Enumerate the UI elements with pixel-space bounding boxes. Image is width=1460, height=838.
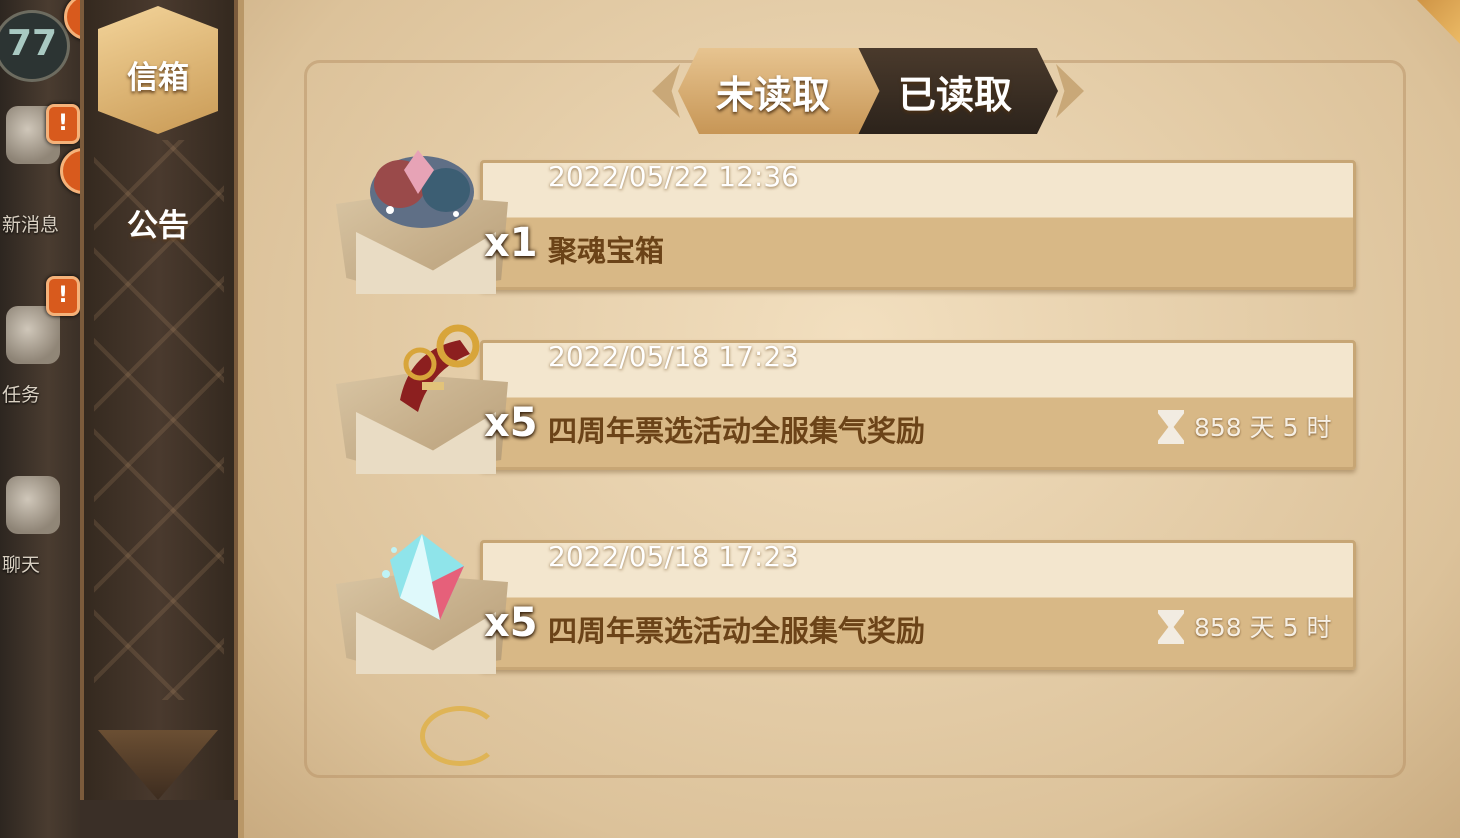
tab-notice-label: 公告 [127, 208, 189, 244]
expiry-timer-text: 858 天 5 时 [1194, 613, 1332, 642]
chat-bubble-icon [6, 476, 60, 534]
arrow-left-ornament [652, 64, 680, 118]
tab-mailbox[interactable]: 信箱 [98, 6, 218, 134]
mail-title: 聚魂宝箱 [548, 234, 665, 268]
tab-notice[interactable]: 公告 [98, 190, 218, 260]
tab-mailbox-label: 信箱 [127, 60, 189, 96]
corner-ornament [1417, 0, 1460, 50]
mail-date: 2022/05/18 17:23 [548, 340, 799, 373]
alert-icon: ! [46, 104, 80, 144]
mail-title: 四周年票选活动全服集气奖励 [548, 414, 926, 448]
item-quantity: x1 [484, 220, 538, 266]
partial-item-icon [420, 706, 500, 766]
mail-date: 2022/05/22 12:36 [548, 160, 799, 193]
mail-category-sidebar: 信箱 公告 [80, 0, 238, 800]
tab-read-label: 已读取 [898, 73, 1013, 117]
mail-item[interactable]: x5 2022/05/18 17:23 四周年票选活动全服集气奖励 858 天 … [330, 520, 1360, 680]
ticket-scroll-icon [400, 324, 480, 412]
read-state-toggle: 未读取 已读取 [652, 48, 1084, 134]
arrow-right-ornament [1056, 64, 1084, 118]
level-badge[interactable]: 77 [0, 10, 70, 82]
tab-unread-label: 未读取 [716, 73, 831, 117]
item-quantity: x5 [484, 600, 538, 646]
sidebar-bottom-ornament [98, 730, 218, 800]
mail-item[interactable]: x5 2022/05/18 17:23 四周年票选活动全服集气奖励 858 天 … [330, 320, 1360, 480]
alert-icon: ! [46, 276, 80, 316]
crystal-icon [382, 534, 464, 620]
left-hud-item-label: 新消息 [2, 214, 60, 236]
expiry-timer-text: 858 天 5 时 [1194, 413, 1332, 442]
item-quantity: x5 [484, 400, 538, 446]
left-hud-item-label: 任务 [2, 384, 41, 406]
left-hud-item-chat[interactable]: 聊天 [0, 470, 72, 576]
mail-title: 四周年票选活动全服集气奖励 [548, 614, 926, 648]
mail-item[interactable]: x1 2022/05/22 12:36 聚魂宝箱 [330, 140, 1360, 300]
tab-unread[interactable]: 未读取 [678, 48, 888, 134]
soul-chest-icon [370, 150, 474, 228]
left-hud-strip: 77 ! 新消息 ! ! 任务 ! 聊天 [0, 0, 110, 838]
tab-read[interactable]: 已读取 [858, 48, 1058, 134]
mail-date: 2022/05/18 17:23 [548, 540, 799, 573]
left-hud-item-label: 聊天 [2, 554, 41, 576]
